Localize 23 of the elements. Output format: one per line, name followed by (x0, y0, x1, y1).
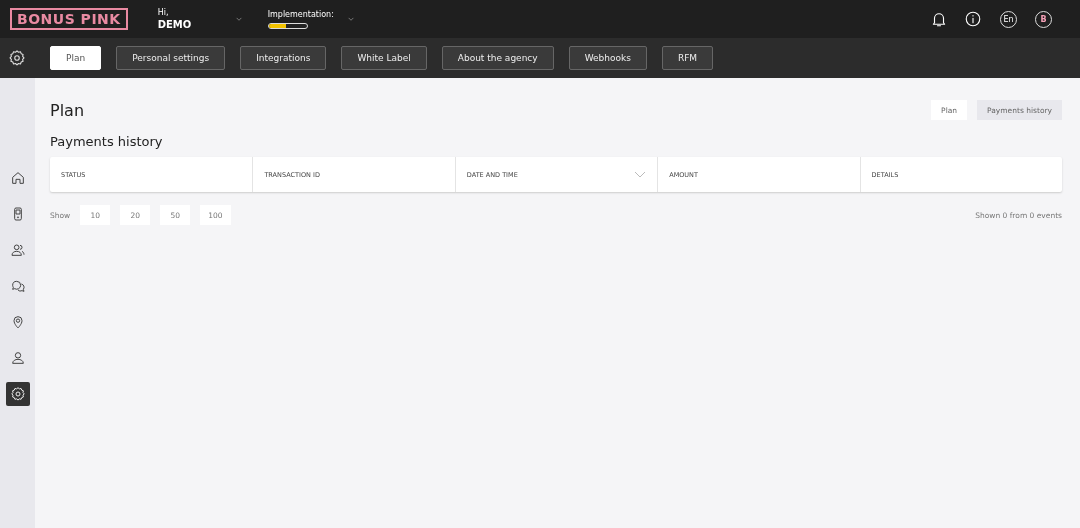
settings-icon (9, 386, 26, 402)
chat-icon (9, 278, 26, 294)
home-icon (9, 170, 26, 186)
user-icon (9, 350, 26, 366)
user-name: DEMO (157, 19, 193, 30)
progress-bar (267, 22, 308, 29)
tab[interactable]: Webhooks (568, 46, 647, 70)
tab[interactable]: Personal settings (116, 46, 226, 70)
tab[interactable]: Integrations (240, 46, 327, 70)
tab[interactable]: White Label (341, 46, 427, 70)
bell-icon[interactable] (930, 10, 948, 28)
settings-icon[interactable] (8, 49, 26, 67)
info-icon[interactable] (964, 10, 982, 28)
logo: BONUS PINK (10, 8, 128, 30)
implementation-label: Implementation: (267, 9, 335, 19)
section-title: Payments history (50, 134, 164, 149)
greeting: Hi, (157, 8, 170, 17)
tab[interactable]: Plan (50, 46, 102, 70)
sidebar-item[interactable] (5, 382, 30, 406)
tab[interactable]: About the agency (441, 46, 554, 70)
page-title: Plan (50, 100, 85, 120)
users-icon (9, 242, 26, 258)
tab[interactable]: RFM (661, 46, 714, 70)
